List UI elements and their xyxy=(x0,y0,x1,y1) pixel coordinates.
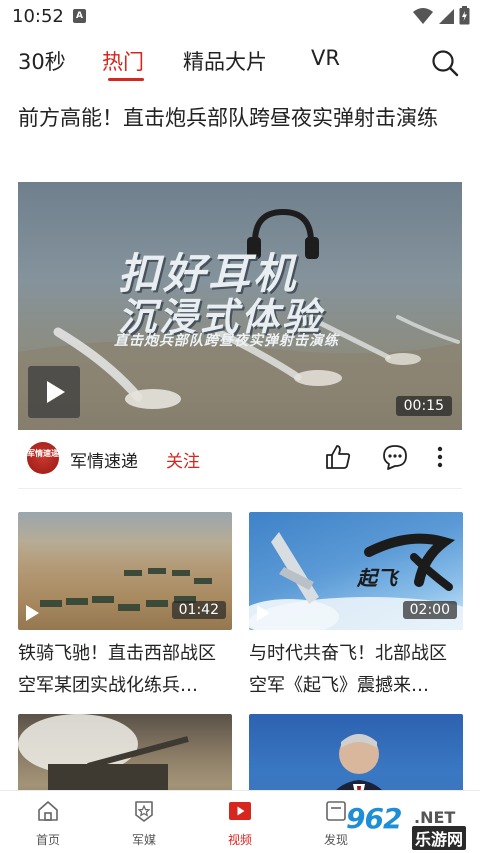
watermark-domain: .NET xyxy=(414,808,456,827)
nav-home[interactable]: 首页 xyxy=(18,799,78,848)
system-icons xyxy=(413,6,470,25)
video-title[interactable]: 与时代共奋飞！北部战区空军《起飞》震撼来… xyxy=(249,638,463,702)
site-watermark: 962 .NET 乐游网 xyxy=(320,794,476,850)
watermark-brand: 962 xyxy=(346,802,402,835)
tab-premium-films[interactable]: 精品大片 xyxy=(183,46,267,76)
clock: 10:52 xyxy=(12,6,64,27)
video-card[interactable]: 起飞 02:00 与时代共奋飞！北部战区空军《起飞》震撼来… xyxy=(249,512,463,702)
signal-icon xyxy=(439,8,454,24)
home-icon xyxy=(38,801,58,821)
author-avatar[interactable]: 军情速递 xyxy=(27,442,59,474)
battery-icon xyxy=(459,6,470,25)
video-duration: 01:42 xyxy=(171,601,226,619)
play-button[interactable] xyxy=(28,366,80,418)
top-tabs: 30秒 热门 精品大片 VR xyxy=(0,40,480,84)
thumbs-up-icon[interactable] xyxy=(323,442,353,472)
search-icon[interactable] xyxy=(430,48,460,78)
nav-military-media-label: 军媒 xyxy=(131,833,156,847)
thumbnail-overlay-text: 起飞 xyxy=(357,566,397,590)
featured-video-thumbnail[interactable]: 扣好耳机 沉浸式体验 直击炮兵部队跨昼夜实弹射击演练 00:15 xyxy=(18,182,462,430)
author-row: 军情速递 军情速递 关注 xyxy=(18,438,462,478)
play-icon xyxy=(257,605,270,621)
video-duration: 00:15 xyxy=(395,396,452,416)
tab-vr[interactable]: VR xyxy=(311,46,340,70)
avatar-logo-text: 军情速递 xyxy=(27,449,59,458)
status-bar: 10:52 A xyxy=(0,0,480,34)
video-duration: 02:00 xyxy=(402,601,457,619)
active-tab-indicator xyxy=(108,78,144,81)
tab-hot[interactable]: 热门 xyxy=(102,46,144,76)
nav-home-label: 首页 xyxy=(35,833,60,847)
app-screen: 10:52 A 30秒 热门 精品大片 VR 前方高能！直击炮兵部队跨昼夜实弹射… xyxy=(0,0,480,853)
play-icon xyxy=(26,605,39,621)
nav-video-label: 视频 xyxy=(227,833,252,847)
featured-headline[interactable]: 前方高能！直击炮兵部队跨昼夜实弹射击演练 xyxy=(18,100,462,136)
follow-button[interactable]: 关注 xyxy=(166,447,200,472)
nav-video[interactable]: 视频 xyxy=(210,799,270,848)
section-divider xyxy=(18,488,462,489)
author-name[interactable]: 军情速递 xyxy=(70,447,138,472)
comment-icon[interactable] xyxy=(380,442,410,472)
notification-icon: A xyxy=(73,9,86,23)
overlay-subtitle: 直击炮兵部队跨昼夜实弹射击演练 xyxy=(114,333,339,349)
video-title[interactable]: 铁骑飞驰！直击西部战区空军某团实战化练兵… xyxy=(18,638,232,702)
more-options-icon[interactable] xyxy=(430,442,450,472)
wifi-icon xyxy=(413,7,433,24)
video-card[interactable]: 01:42 铁骑飞驰！直击西部战区空军某团实战化练兵… xyxy=(18,512,232,702)
tab-30s[interactable]: 30秒 xyxy=(18,46,66,76)
nav-military-media[interactable]: 军媒 xyxy=(114,799,174,848)
video-play-icon xyxy=(229,802,251,820)
video-thumbnail[interactable]: 起飞 02:00 xyxy=(249,512,463,630)
star-badge-icon xyxy=(135,801,153,822)
watermark-cn: 乐游网 xyxy=(412,826,467,850)
video-thumbnail[interactable]: 01:42 xyxy=(18,512,232,630)
